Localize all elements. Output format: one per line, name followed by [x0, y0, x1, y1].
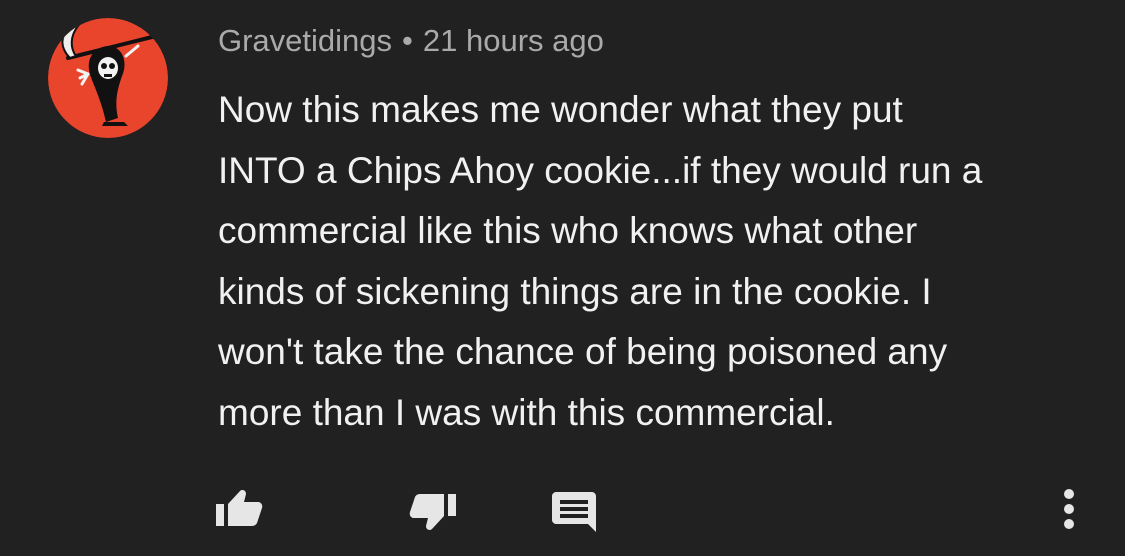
comment-text-line: INTO a Chips Ahoy cookie...if they would…: [218, 149, 983, 191]
comment-text-line: kinds of sickening things are in the coo…: [218, 270, 932, 312]
comment-text-line: commercial like this who knows what othe…: [218, 210, 918, 251]
grim-reaper-avatar-icon: [48, 18, 168, 138]
like-button[interactable]: [214, 488, 264, 528]
meta-separator: •: [402, 23, 413, 58]
comment-text-line: Now this makes me wonder what they put: [218, 89, 903, 130]
reply-button[interactable]: [552, 490, 598, 534]
comment-text: Now this makes me wonder what they put I…: [218, 80, 1098, 443]
dislike-button[interactable]: [408, 492, 458, 532]
comment-text-line: won't take the chance of being poisoned …: [218, 331, 948, 372]
comment-meta: Gravetidings • 21 hours ago: [218, 22, 604, 60]
timestamp[interactable]: 21 hours ago: [423, 23, 604, 58]
more-vertical-icon: [1064, 489, 1074, 529]
author-name[interactable]: Gravetidings: [218, 23, 392, 58]
avatar[interactable]: [48, 18, 168, 138]
comment-text-line: more than I was with this commercial.: [218, 391, 835, 433]
thumbs-up-icon: [216, 490, 263, 526]
more-options-button[interactable]: [1054, 486, 1084, 532]
comment-reply-icon: [552, 492, 596, 532]
thumbs-down-icon: [409, 494, 456, 530]
